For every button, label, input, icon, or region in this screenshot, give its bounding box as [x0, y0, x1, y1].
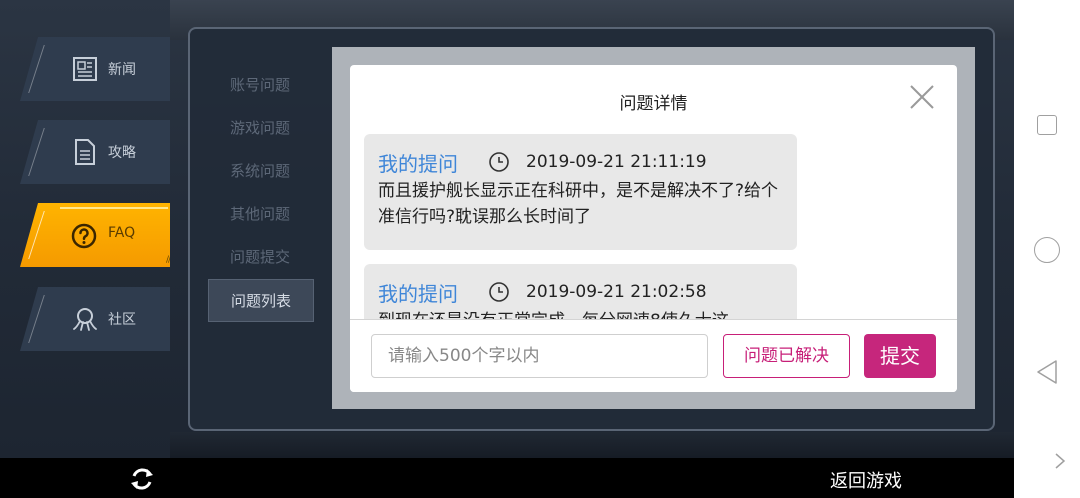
category-question-list[interactable]: 问题列表 [208, 279, 314, 322]
question-detail-modal: 问题详情 我的提问 2019-09-21 21:11:19 而且援护舰长显示正在… [350, 65, 957, 392]
newspaper-icon [73, 57, 97, 81]
nav-item-label: 攻略 [108, 145, 136, 161]
help-circle-icon [71, 223, 97, 249]
clock-icon [489, 152, 509, 172]
document-icon [75, 139, 95, 165]
nav-item-community[interactable]: 社区 [20, 287, 170, 351]
footer-bar: 返回游戏 [0, 458, 1014, 498]
message-header: 我的提问 2019-09-21 21:02:58 [378, 278, 783, 306]
message-author: 我的提问 [378, 151, 458, 176]
recent-apps-icon[interactable] [1037, 115, 1057, 135]
back-icon[interactable] [1034, 358, 1060, 386]
chevron-right-icon[interactable] [1052, 451, 1068, 471]
nav-item-label: FAQ [108, 225, 136, 241]
nav-item-label: 新闻 [108, 62, 136, 78]
category-account[interactable]: 账号问题 [208, 64, 314, 107]
background-strip [170, 432, 1014, 458]
message-time: 2019-09-21 21:02:58 [526, 282, 707, 302]
category-list: 账号问题 游戏问题 系统问题 其他问题 问题提交 问题列表 [208, 64, 314, 322]
home-icon[interactable] [1034, 237, 1060, 263]
nav-item-faq[interactable]: FAQ /// [20, 203, 170, 267]
message-body: 而且援护舰长显示正在科研中，是不是解决不了?给个准信行吗?耽误那么长时间了 [378, 181, 779, 227]
nav-active-highlight [60, 207, 168, 209]
category-submit[interactable]: 问题提交 [208, 236, 314, 279]
category-system[interactable]: 系统问题 [208, 150, 314, 193]
nav-item-label: 社区 [108, 312, 136, 328]
resolved-button[interactable]: 问题已解决 [723, 334, 850, 378]
message-bubble: 我的提问 2019-09-21 21:11:19 而且援护舰长显示正在科研中，是… [364, 134, 797, 250]
nav-item-news[interactable]: 新闻 [20, 37, 170, 101]
clock-icon [489, 282, 509, 302]
close-icon[interactable] [906, 81, 938, 113]
nav-item-guide[interactable]: 攻略 [20, 120, 170, 184]
message-author: 我的提问 [378, 281, 458, 306]
message-time: 2019-09-21 21:11:19 [526, 152, 707, 172]
category-other[interactable]: 其他问题 [208, 193, 314, 236]
modal-title: 问题详情 [619, 94, 688, 114]
reply-input[interactable] [371, 334, 708, 378]
system-nav-bar [1014, 0, 1080, 498]
community-icon [73, 308, 97, 331]
back-to-game-button[interactable]: 返回游戏 [830, 467, 902, 493]
message-header: 我的提问 2019-09-21 21:11:19 [378, 148, 783, 176]
reply-bar: 问题已解决 提交 [350, 319, 957, 392]
category-game[interactable]: 游戏问题 [208, 107, 314, 150]
refresh-icon[interactable] [128, 465, 156, 493]
submit-button[interactable]: 提交 [864, 334, 936, 378]
